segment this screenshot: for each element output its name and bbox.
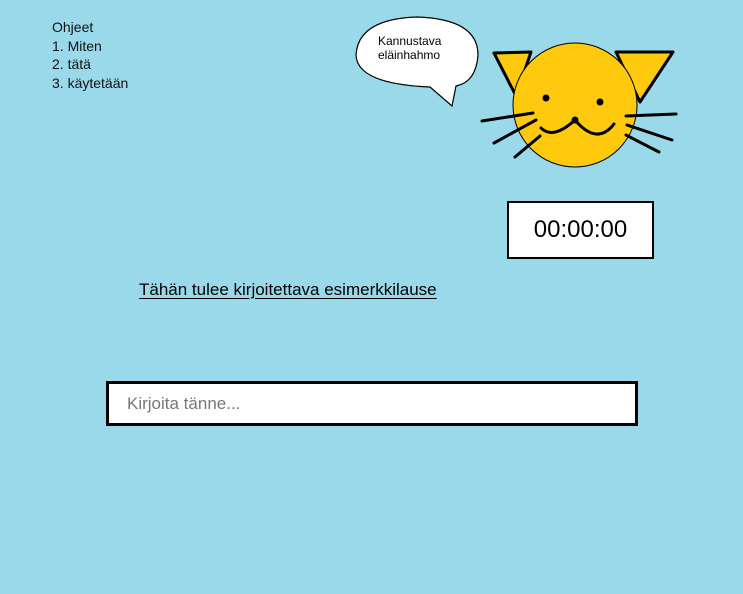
instruction-item-1: 1. Miten <box>52 37 102 54</box>
timer-display: 00:00:00 <box>507 201 654 259</box>
speech-bubble-text: Kannustava eläinhahmo <box>378 34 442 62</box>
instruction-item-2: 2. tätä <box>52 56 91 72</box>
cat-face-icon <box>480 42 678 168</box>
instructions-title: Ohjeet <box>52 19 94 35</box>
instructions-panel: Ohjeet 1. Miten 2. tätä 3. käytetään <box>52 18 128 92</box>
example-sentence: Tähän tulee kirjoitettava esimerkkilause <box>139 280 437 299</box>
typing-input-container[interactable] <box>106 381 638 426</box>
instruction-item-3: 3. käytetään <box>52 74 129 91</box>
typing-input[interactable] <box>109 384 635 423</box>
